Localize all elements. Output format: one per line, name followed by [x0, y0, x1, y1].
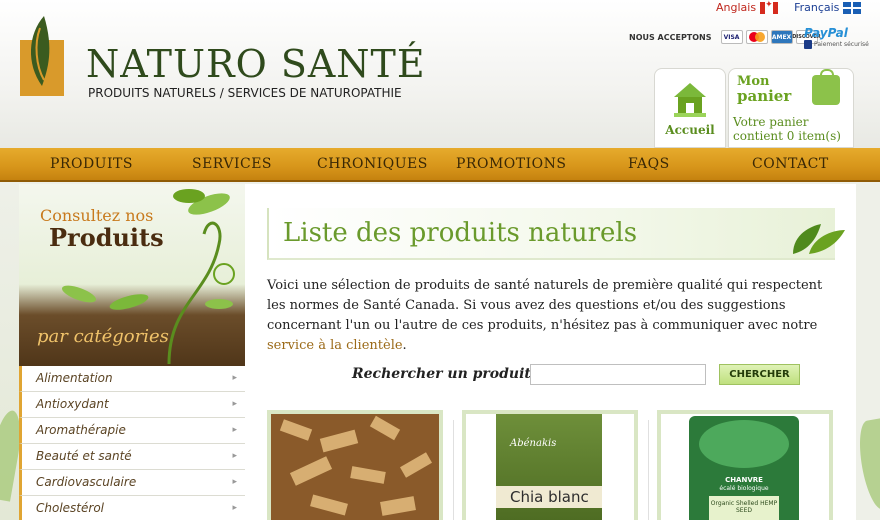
- intro-paragraph: Voici une sélection de produits de santé…: [267, 278, 823, 353]
- cart-summary: Votre panier contient 0 item(s): [733, 115, 841, 143]
- main-nav: PRODUITS SERVICES CHRONIQUES PROMOTIONS …: [0, 148, 880, 182]
- product-image: CHANVRE écalé biologique Organic Shelled…: [689, 416, 799, 520]
- product-image: [271, 414, 439, 520]
- main-content: Liste des produits naturels Voici une sé…: [245, 184, 856, 520]
- product-divider: [648, 420, 649, 520]
- nav-produits[interactable]: PRODUITS: [50, 156, 133, 172]
- brand-tagline: PRODUITS NATURELS / SERVICES DE NATUROPA…: [88, 86, 402, 100]
- search-button[interactable]: CHERCHER: [719, 364, 800, 385]
- product-card-hemp[interactable]: CHANVRE écalé biologique Organic Shelled…: [657, 410, 833, 520]
- banner-line2: Produits: [49, 223, 164, 252]
- category-list: Alimentation Antioxydant Aromathérapie B…: [19, 366, 245, 520]
- product-badge: [699, 420, 789, 468]
- amex-icon: AMEX: [770, 30, 793, 44]
- category-item-cardiovasculaire[interactable]: Cardiovasculaire: [19, 470, 245, 496]
- banner-line3: par catégories: [37, 326, 169, 347]
- category-item-beaute-sante[interactable]: Beauté et santé: [19, 444, 245, 470]
- product-label: Chia blanc: [496, 486, 602, 508]
- home-label: Accueil: [665, 123, 715, 137]
- lang-english-link[interactable]: Anglais: [716, 1, 756, 14]
- nav-contact[interactable]: CONTACT: [752, 156, 829, 172]
- leaf-icon: [793, 224, 845, 254]
- nav-faqs[interactable]: FAQS: [628, 156, 670, 172]
- product-label: CHANVRE: [725, 476, 763, 484]
- nav-promotions[interactable]: PROMOTIONS: [456, 156, 566, 172]
- page-title-bar: Liste des produits naturels: [267, 208, 845, 260]
- nav-chroniques[interactable]: CHRONIQUES: [317, 156, 428, 172]
- brand-name[interactable]: NATURO SANTÉ: [86, 42, 426, 86]
- language-switcher: Anglais Français: [716, 0, 862, 14]
- accept-label: NOUS ACCEPTONS: [629, 32, 712, 42]
- category-item-antioxydant[interactable]: Antioxydant: [19, 392, 245, 418]
- product-card-chia[interactable]: Abénakis Chia blanc: [462, 410, 638, 520]
- cart-widget[interactable]: Mon panier Votre panier contient 0 item(…: [728, 68, 854, 148]
- product-image: Abénakis Chia blanc: [496, 414, 602, 520]
- customer-service-link[interactable]: service à la clientèle: [267, 338, 403, 353]
- category-sidebar: Consultez nos Produits par catégories Al…: [19, 184, 245, 520]
- lang-french-link[interactable]: Français: [794, 1, 839, 14]
- category-item-aromatherapie[interactable]: Aromathérapie: [19, 418, 245, 444]
- paypal-badge: PayPal Paiement sécurisé: [804, 26, 869, 49]
- product-search-input[interactable]: [530, 364, 706, 385]
- product-sub: écalé biologique: [719, 485, 769, 492]
- home-button[interactable]: Accueil: [654, 68, 726, 148]
- leaf-logo-icon[interactable]: [18, 14, 68, 98]
- product-card-wood[interactable]: [267, 410, 443, 520]
- search-label: Rechercher un produit :: [352, 366, 541, 382]
- category-item-cholesterol[interactable]: Cholestérol: [19, 496, 245, 520]
- mastercard-icon: [745, 30, 768, 44]
- canada-flag-icon[interactable]: [760, 0, 779, 14]
- page-title: Liste des produits naturels: [283, 218, 638, 248]
- quebec-flag-icon[interactable]: [843, 1, 862, 14]
- house-icon: [674, 83, 706, 117]
- lock-icon: [804, 40, 812, 49]
- product-brand: Abénakis: [510, 438, 557, 449]
- site-header: Anglais Français NOUS ACCEPTONS VISA AME…: [0, 0, 880, 148]
- paypal-logo: PayPal: [804, 26, 848, 40]
- category-item-alimentation[interactable]: Alimentation: [19, 366, 245, 392]
- shopping-bag-icon[interactable]: [812, 69, 840, 105]
- paypal-secure-text: Paiement sécurisé: [814, 41, 869, 48]
- visa-icon: VISA: [720, 30, 743, 44]
- cart-title-line2: panier: [737, 87, 792, 105]
- nav-services[interactable]: SERVICES: [192, 156, 272, 172]
- product-divider: [453, 420, 454, 520]
- category-banner: Consultez nos Produits par catégories: [19, 184, 245, 366]
- payment-methods: NOUS ACCEPTONS VISA AMEX DISCOVER: [629, 30, 821, 44]
- product-sub-en: Organic Shelled HEMP SEED: [709, 496, 779, 520]
